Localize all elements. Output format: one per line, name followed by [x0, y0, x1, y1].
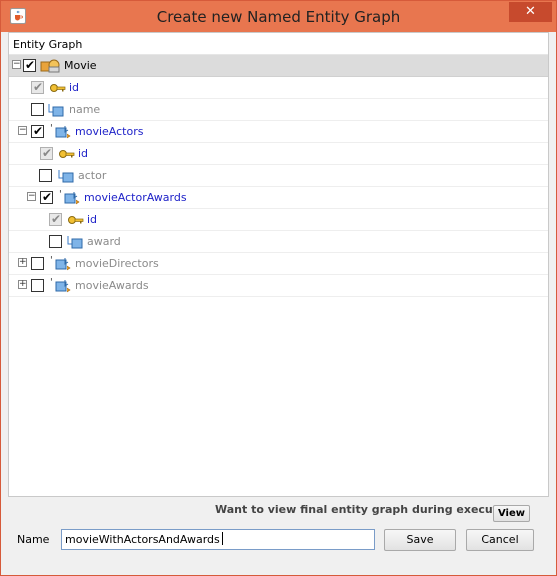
attribute-icon: [66, 234, 84, 250]
tree-row[interactable]: ✔ id: [9, 209, 548, 231]
tree-row[interactable]: − ✔ ' movieActorAwards: [9, 187, 548, 209]
node-label: movieAwards: [75, 279, 149, 292]
tree-row[interactable]: + ' movieDirectors: [9, 253, 548, 275]
cancel-button[interactable]: Cancel: [466, 529, 534, 551]
text-caret: [221, 532, 223, 545]
tree-row[interactable]: actor: [9, 165, 548, 187]
node-checkbox[interactable]: ✔: [31, 124, 44, 138]
relationship-icon: [53, 124, 71, 140]
node-label: award: [87, 235, 121, 248]
node-label: id: [78, 147, 89, 160]
collapse-icon[interactable]: −: [12, 60, 21, 69]
node-checkbox[interactable]: ✔: [23, 58, 36, 72]
checkmark-icon: ✔: [33, 80, 44, 94]
save-button[interactable]: Save: [384, 529, 456, 551]
node-label: name: [69, 103, 101, 116]
node-label: movieDirectors: [75, 257, 159, 270]
entity-graph-tree-panel: Entity Graph − ✔ Movie ✔ id name − ✔ ' movieActor…: [8, 32, 549, 497]
node-label: movieActors: [75, 125, 144, 138]
node-checkbox[interactable]: [31, 103, 44, 116]
key-icon: [58, 146, 76, 162]
view-graph-question: Want to view final entity graph during e…: [215, 503, 528, 516]
checkmark-icon: ✔: [25, 58, 36, 72]
node-checkbox[interactable]: ✔: [40, 190, 53, 204]
dialog-title: Create new Named Entity Graph: [156, 8, 401, 26]
tree-row[interactable]: name: [9, 99, 548, 121]
relationship-icon: [53, 278, 71, 294]
key-icon: [67, 212, 85, 228]
attribute-icon: [57, 168, 75, 184]
node-label: movieActorAwards: [84, 191, 187, 204]
close-button[interactable]: ✕: [509, 2, 552, 22]
node-label: actor: [78, 169, 107, 182]
name-input[interactable]: movieWithActorsAndAwards: [61, 529, 375, 550]
relationship-icon: [53, 256, 71, 272]
node-checkbox[interactable]: [31, 279, 44, 292]
relationship-icon: [62, 190, 80, 206]
collapse-icon[interactable]: −: [27, 192, 36, 201]
checkmark-icon: ✔: [33, 124, 44, 138]
node-label: id: [69, 81, 80, 94]
entity-icon: [40, 58, 60, 74]
tree-row[interactable]: + ' movieAwards: [9, 275, 548, 297]
collapse-icon[interactable]: −: [18, 126, 27, 135]
attribute-icon: [47, 102, 65, 118]
checkmark-icon: ✔: [51, 212, 62, 226]
node-label: id: [87, 213, 98, 226]
name-label: Name: [17, 533, 50, 546]
key-icon: [49, 80, 67, 96]
view-button[interactable]: View: [493, 505, 530, 522]
title-bar[interactable]: Create new Named Entity Graph ✕: [1, 1, 556, 32]
tree-row[interactable]: award: [9, 231, 548, 253]
expand-icon[interactable]: +: [18, 280, 27, 289]
tree-header: Entity Graph: [9, 33, 548, 55]
tree-rows: − ✔ Movie ✔ id name − ✔ ' movieActors ✔ id actor − ✔ ' m…: [9, 55, 548, 297]
checkmark-icon: ✔: [42, 146, 53, 160]
node-checkbox: ✔: [31, 80, 44, 94]
node-label: Movie: [64, 59, 97, 72]
tree-row[interactable]: − ✔ Movie: [9, 55, 548, 77]
tree-row[interactable]: ✔ id: [9, 77, 548, 99]
expand-icon[interactable]: +: [18, 258, 27, 267]
node-checkbox[interactable]: [39, 169, 52, 182]
node-checkbox[interactable]: [49, 235, 62, 248]
node-checkbox[interactable]: [31, 257, 44, 270]
tree-row[interactable]: − ✔ ' movieActors: [9, 121, 548, 143]
name-input-value: movieWithActorsAndAwards: [65, 533, 220, 546]
node-checkbox: ✔: [49, 212, 62, 226]
checkmark-icon: ✔: [42, 190, 53, 204]
dialog-window: Create new Named Entity Graph ✕ Entity G…: [0, 0, 557, 576]
node-checkbox: ✔: [40, 146, 53, 160]
tree-row[interactable]: ✔ id: [9, 143, 548, 165]
